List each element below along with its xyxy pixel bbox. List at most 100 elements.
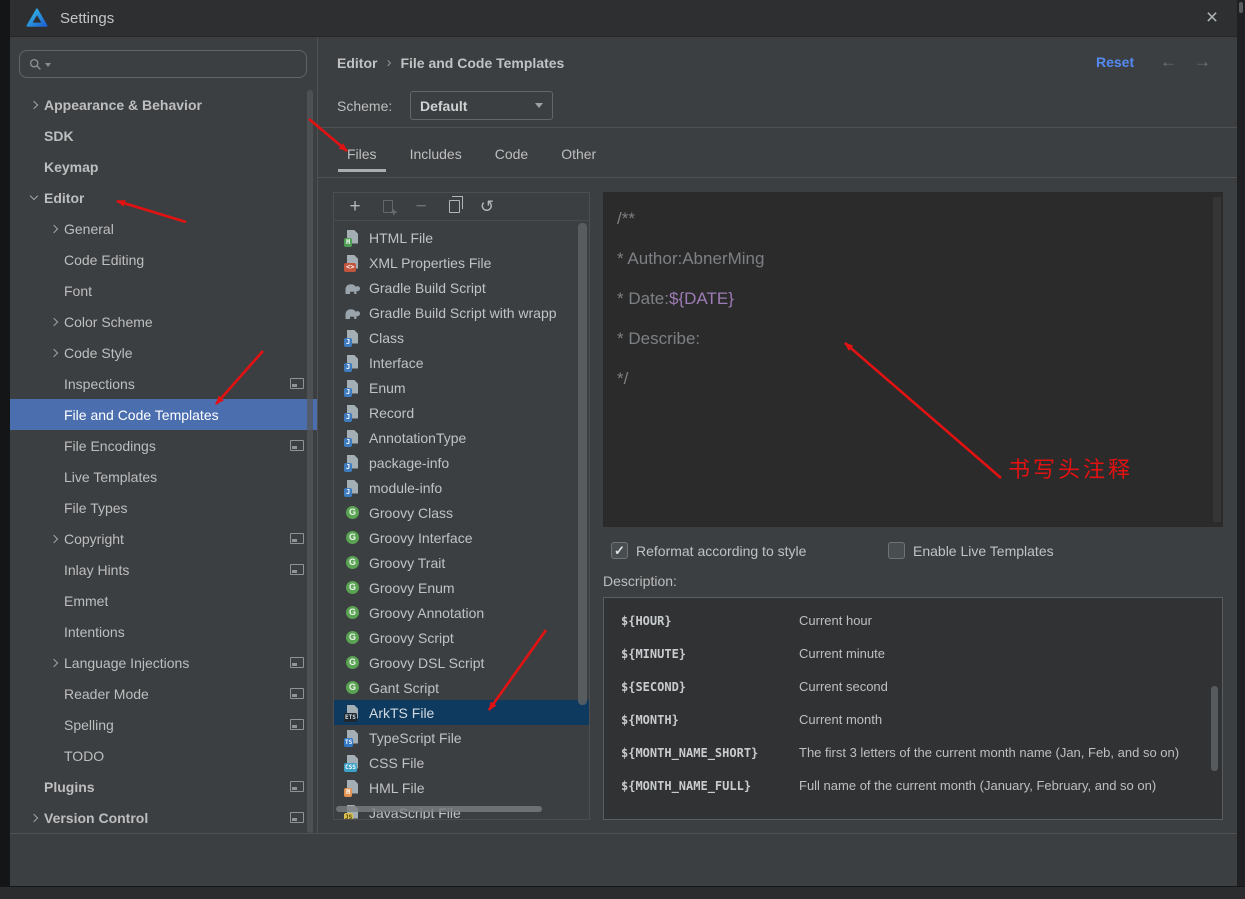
chevron-right-icon[interactable]: [48, 347, 64, 359]
chevron-right-icon[interactable]: [48, 657, 64, 669]
chevron-placeholder: [28, 781, 44, 793]
search-history-caret-icon[interactable]: [45, 63, 51, 67]
template-item-label: Gradle Build Script: [369, 279, 486, 296]
code-line: * Author:AbnerMing: [617, 239, 1222, 279]
sidebar-item-keymap[interactable]: Keymap: [10, 151, 317, 182]
template-editor[interactable]: /** * Author:AbnerMing * Date:${DATE} * Des…: [603, 192, 1223, 527]
reset-link[interactable]: Reset: [1096, 54, 1134, 70]
template-item-label: CSS File: [369, 754, 425, 771]
template-item-gant-script[interactable]: G Gant Script: [334, 675, 589, 700]
template-item-css-file[interactable]: CSS CSS File: [334, 750, 589, 775]
chevron-right-icon[interactable]: [28, 99, 44, 111]
sidebar-item-font[interactable]: Font: [10, 275, 317, 306]
template-item-arkts-file[interactable]: ETS ArkTS File: [334, 700, 589, 725]
sidebar-item-language-injections[interactable]: Language Injections: [10, 647, 317, 678]
sidebar-item-intentions[interactable]: Intentions: [10, 616, 317, 647]
sidebar-item-color-scheme[interactable]: Color Scheme: [10, 306, 317, 337]
sidebar-item-general[interactable]: General: [10, 213, 317, 244]
tab-other[interactable]: Other: [561, 146, 596, 171]
sidebar-item-file-and-code-templates[interactable]: File and Code Templates: [10, 399, 317, 430]
template-item-enum[interactable]: J Enum: [334, 375, 589, 400]
sidebar-item-file-types[interactable]: File Types: [10, 492, 317, 523]
tab-includes[interactable]: Includes: [410, 146, 462, 171]
chevron-right-icon[interactable]: [48, 316, 64, 328]
description-scrollbar[interactable]: [1211, 686, 1218, 771]
tab-code[interactable]: Code: [495, 146, 528, 171]
back-arrow-icon[interactable]: ←: [1160, 52, 1177, 72]
chevron-right-icon[interactable]: [48, 223, 64, 235]
settings-tree: Appearance & Behavior SDK Keymap Editor Gene…: [10, 89, 317, 833]
sidebar-item-live-templates[interactable]: Live Templates: [10, 461, 317, 492]
code-line: * Date:${DATE}: [617, 279, 1222, 319]
file-type-badge: ETS: [344, 712, 357, 722]
forward-arrow-icon[interactable]: →: [1194, 52, 1211, 72]
window-title: Settings: [60, 9, 115, 27]
template-item-typescript-file[interactable]: TS TypeScript File: [334, 725, 589, 750]
template-item-gradle-build-script[interactable]: Gradle Build Script: [334, 275, 589, 300]
sidebar-item-code-editing[interactable]: Code Editing: [10, 244, 317, 275]
groovy-file-icon: G: [344, 630, 361, 646]
sidebar-item-plugins[interactable]: Plugins: [10, 771, 317, 802]
template-item-annotationtype[interactable]: J AnnotationType: [334, 425, 589, 450]
close-icon[interactable]: ×: [1199, 5, 1225, 31]
j-file-icon: J: [344, 354, 361, 372]
template-item-groovy-annotation[interactable]: G Groovy Annotation: [334, 600, 589, 625]
checkbox-enable-live-templates[interactable]: Enable Live Templates: [888, 542, 1054, 559]
template-item-groovy-trait[interactable]: G Groovy Trait: [334, 550, 589, 575]
checkbox-checked-icon[interactable]: ✓: [611, 542, 628, 559]
sidebar-item-file-encodings[interactable]: File Encodings: [10, 430, 317, 461]
template-item-package-info[interactable]: Jpackage-info: [334, 450, 589, 475]
ets-file-icon: ETS: [344, 704, 361, 722]
chevron-right-icon[interactable]: [28, 812, 44, 824]
list-vertical-scrollbar[interactable]: [578, 223, 587, 705]
scheme-dropdown[interactable]: Default: [410, 91, 553, 120]
template-item-interface[interactable]: J Interface: [334, 350, 589, 375]
sidebar-item-appearance-behavior[interactable]: Appearance & Behavior: [10, 89, 317, 120]
template-item-groovy-enum[interactable]: G Groovy Enum: [334, 575, 589, 600]
sidebar-item-editor[interactable]: Editor: [10, 182, 317, 213]
remove-template-button[interactable]: −: [412, 197, 430, 217]
chevron-down-icon[interactable]: [28, 192, 44, 204]
template-item-gradle-build-script-with-wrapp[interactable]: Gradle Build Script with wrapp: [334, 300, 589, 325]
template-item-html-file[interactable]: H HTML File: [334, 225, 589, 250]
breadcrumb: Editor › File and Code Templates: [337, 54, 564, 71]
sidebar-item-copyright[interactable]: Copyright: [10, 523, 317, 554]
sidebar-item-version-control[interactable]: Version Control: [10, 802, 317, 833]
search-input[interactable]: [54, 53, 306, 75]
template-item-xml-properties-file[interactable]: <> XML Properties File: [334, 250, 589, 275]
checkbox-reformat-according-to-style[interactable]: ✓ Reformat according to style: [611, 542, 806, 559]
template-item-groovy-class[interactable]: G Groovy Class: [334, 500, 589, 525]
template-item-hml-file[interactable]: H HML File: [334, 775, 589, 800]
template-item-groovy-script[interactable]: G Groovy Script: [334, 625, 589, 650]
code-line: */: [617, 359, 1222, 399]
template-item-class[interactable]: J Class: [334, 325, 589, 350]
sidebar-item-label: File and Code Templates: [64, 406, 219, 423]
sidebar-item-spelling[interactable]: Spelling: [10, 709, 317, 740]
add-template-button[interactable]: +: [346, 197, 364, 217]
list-horizontal-scrollbar[interactable]: [336, 806, 542, 812]
template-item-groovy-dsl-script[interactable]: G Groovy DSL Script: [334, 650, 589, 675]
sidebar-item-code-style[interactable]: Code Style: [10, 337, 317, 368]
tab-files[interactable]: Files: [338, 146, 386, 172]
breadcrumb-editor[interactable]: Editor: [337, 55, 377, 71]
sidebar-item-sdk[interactable]: SDK: [10, 120, 317, 151]
duplicate-template-button[interactable]: [445, 196, 463, 217]
code-text: /**: [617, 209, 635, 228]
template-item-label: Gant Script: [369, 679, 440, 696]
sidebar-item-label: Emmet: [64, 592, 109, 609]
sidebar-item-inspections[interactable]: Inspections: [10, 368, 317, 399]
sidebar-item-emmet[interactable]: Emmet: [10, 585, 317, 616]
sidebar-scrollbar[interactable]: [307, 90, 313, 833]
search-field[interactable]: [19, 50, 307, 78]
sidebar-item-inlay-hints[interactable]: Inlay Hints: [10, 554, 317, 585]
sidebar-item-reader-mode[interactable]: Reader Mode: [10, 678, 317, 709]
template-item-groovy-interface[interactable]: G Groovy Interface: [334, 525, 589, 550]
sidebar-item-todo[interactable]: TODO: [10, 740, 317, 771]
template-item-module-info[interactable]: Jmodule-info: [334, 475, 589, 500]
template-item-record[interactable]: J Record: [334, 400, 589, 425]
checkbox-unchecked-icon[interactable]: [888, 542, 905, 559]
chevron-right-icon[interactable]: [48, 533, 64, 545]
sidebar-item-label: Inlay Hints: [64, 561, 130, 578]
copy-template-button[interactable]: +: [379, 197, 397, 219]
reset-template-button[interactable]: ↺: [478, 197, 496, 217]
